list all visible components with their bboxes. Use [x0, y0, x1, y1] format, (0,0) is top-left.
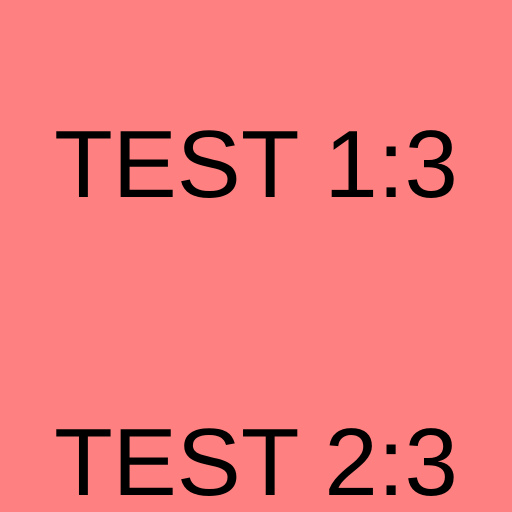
test-line-1: TEST 1:3	[54, 111, 458, 218]
test-page: { "page": { "background_color": "#ff8080…	[0, 0, 512, 512]
test-line-2: TEST 2:3	[54, 409, 458, 512]
